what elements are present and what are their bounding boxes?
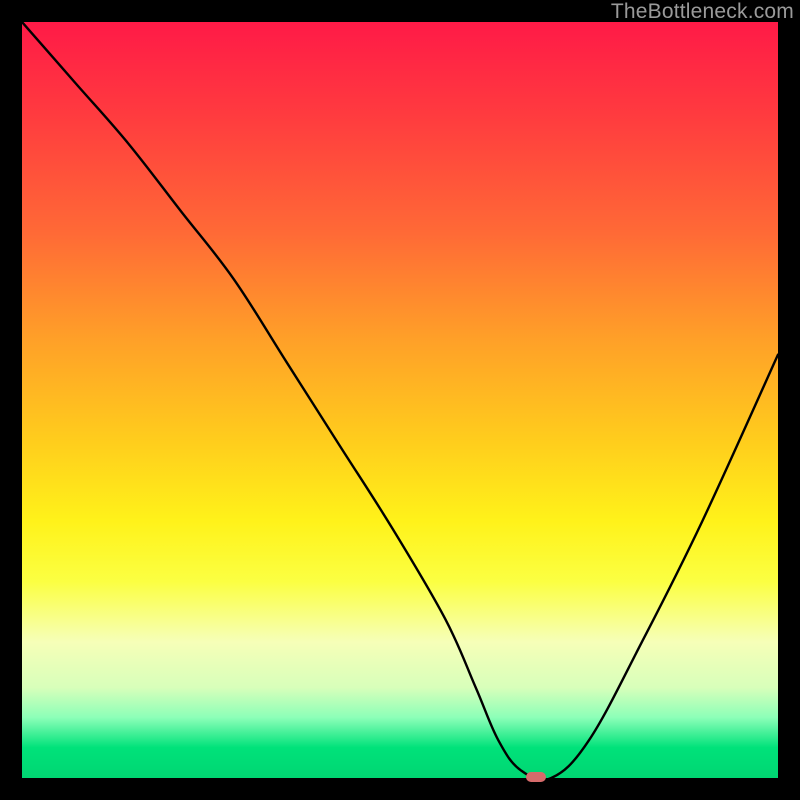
- chart-frame: TheBottleneck.com: [0, 0, 800, 800]
- bottleneck-curve: [22, 22, 778, 778]
- curve-layer: [22, 22, 778, 778]
- watermark-text: TheBottleneck.com: [611, 0, 794, 24]
- plot-area: [22, 22, 778, 778]
- optimal-marker: [526, 772, 546, 782]
